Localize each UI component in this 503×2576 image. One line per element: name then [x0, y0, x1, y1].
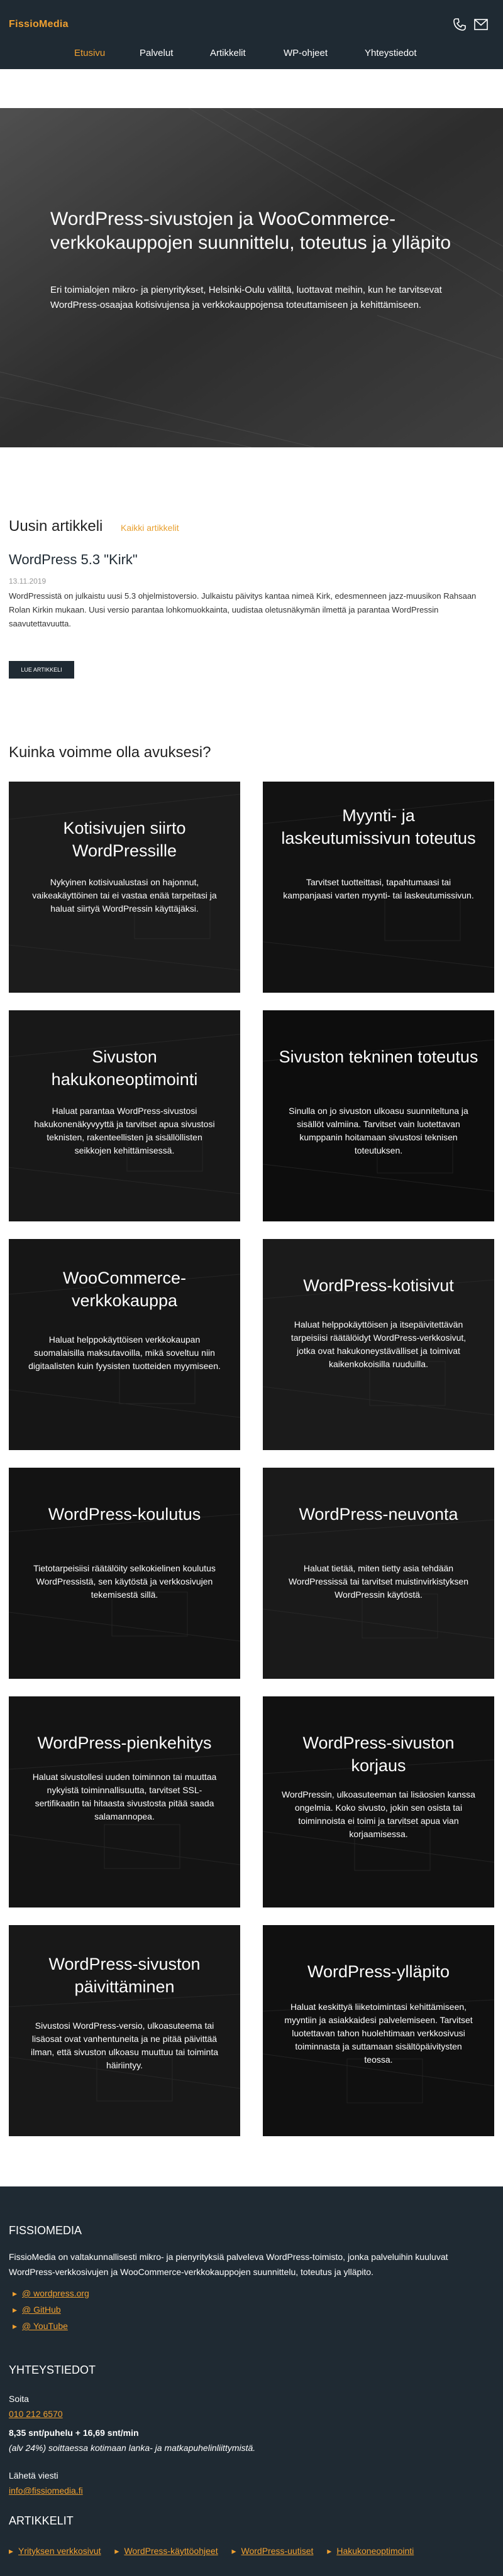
- bullet-icon: ▸: [327, 2546, 332, 2556]
- footer-link-wp-kayttoohjeet[interactable]: WordPress-käyttöohjeet: [124, 2546, 218, 2556]
- service-card-title: Kotisivujen siirto WordPressille: [63, 819, 186, 860]
- bullet-icon: ▸: [13, 2288, 18, 2298]
- service-card-title: WordPress-sivuston päivittäminen: [48, 1955, 201, 1996]
- phone-icon[interactable]: [453, 18, 467, 31]
- bullet-icon: ▸: [114, 2546, 119, 2556]
- service-card-title: WooCommerce-verkkokauppa: [62, 1269, 187, 1310]
- service-card-text: Sinulla on jo sivuston ulkoasu suunnitel…: [289, 1106, 468, 1155]
- service-card[interactable]: Sivuston tekninen toteutus Sinulla on jo …: [263, 1010, 494, 1221]
- services-heading: Kuinka voimme olla avuksesi?: [9, 744, 211, 761]
- hero-banner: WordPress-sivustojen ja WooCommerce-verk…: [0, 108, 503, 447]
- service-card[interactable]: WordPress-koulutus Tietotarpeisiisi räätä…: [9, 1468, 240, 1679]
- service-card[interactable]: WordPress-pienkehitys Haluat sivustollesi…: [9, 1696, 240, 1907]
- phone-link[interactable]: 010 212 6570: [9, 2409, 63, 2419]
- site-header: FissioMedia Etusivu Palvelut Artikkelit …: [0, 0, 503, 69]
- bullet-icon: ▸: [13, 2321, 18, 2331]
- service-card-text: Haluat helppokäyttöisen verkkokaupan suo…: [28, 1334, 221, 1371]
- bullet-icon: ▸: [13, 2305, 18, 2315]
- all-articles-link[interactable]: Kaikki artikkelit: [121, 523, 179, 533]
- read-article-button[interactable]: LUE ARTIKKELI: [9, 661, 74, 679]
- footer-brand-heading: FISSIOMEDIA: [9, 2224, 82, 2237]
- bullet-icon: ▸: [9, 2546, 14, 2556]
- service-card-title: WordPress-sivuston korjaus: [302, 1733, 455, 1775]
- service-card-text: Haluat tietää, miten tietty asia tehdään…: [288, 1563, 469, 1600]
- footer-link-hakukoneoptimointi[interactable]: Hakukoneoptimointi: [336, 2546, 414, 2556]
- footer-social-links: ▸ @ wordpress.org ▸ @ GitHub ▸ @ YouTube: [13, 2288, 89, 2337]
- call-price-note: (alv 24%) soittaessa kotimaan lanka- ja …: [9, 2443, 256, 2453]
- service-card-title: Sivuston hakukoneoptimointi: [51, 1047, 198, 1089]
- hero-background-image: [0, 108, 503, 447]
- nav-palvelut[interactable]: Palvelut: [140, 48, 173, 58]
- nav-etusivu[interactable]: Etusivu: [74, 48, 105, 58]
- wordpress-org-link[interactable]: @ wordpress.org: [22, 2288, 89, 2298]
- nav-wp-ohjeet[interactable]: WP-ohjeet: [284, 48, 328, 58]
- mail-label: Lähetä viesti: [9, 2470, 58, 2480]
- service-card-title: WordPress-pienkehitys: [37, 1733, 212, 1752]
- service-card-text: Haluat helppokäyttöisen ja itsepäivitett…: [290, 1319, 467, 1369]
- footer-link-wp-uutiset[interactable]: WordPress-uutiset: [241, 2546, 314, 2556]
- service-card-text: Haluat sivustollesi uuden toiminnon tai …: [32, 1772, 217, 1821]
- email-link[interactable]: info@fissiomedia.fi: [9, 2486, 83, 2496]
- service-card-title: WordPress-neuvonta: [299, 1505, 458, 1524]
- service-card-title: WordPress-koulutus: [48, 1505, 201, 1524]
- post-title[interactable]: WordPress 5.3 "Kirk": [9, 552, 138, 568]
- service-card[interactable]: WordPress-sivuston korjaus WordPressin, u…: [263, 1696, 494, 1907]
- service-card-title: Myynti- ja laskeutumissivun toteutus: [281, 806, 476, 848]
- call-label: Soita: [9, 2394, 29, 2404]
- service-card-text: Tietotarpeisiisi räätälöity selkokieline…: [33, 1563, 216, 1600]
- service-card[interactable]: WordPress-ylläpito Haluat keskittyä liike…: [263, 1925, 494, 2136]
- service-card-title: WordPress-kotisivut: [303, 1276, 454, 1295]
- hero-text: Eri toimialojen mikro- ja pienyritykset,…: [50, 285, 442, 310]
- bullet-icon: ▸: [231, 2546, 236, 2556]
- service-card[interactable]: WooCommerce-verkkokauppa Haluat helppokäy…: [9, 1239, 240, 1450]
- mail-icon[interactable]: [474, 19, 488, 30]
- nav-artikkelit[interactable]: Artikkelit: [210, 48, 246, 58]
- site-logo[interactable]: FissioMedia: [9, 19, 69, 30]
- service-card-text: Haluat parantaa WordPress-sivustosi haku…: [34, 1106, 215, 1155]
- service-card[interactable]: Myynti- ja laskeutumissivun toteutus Tarv…: [263, 782, 494, 993]
- post-date: 13.11.2019: [9, 577, 47, 586]
- service-card[interactable]: WordPress-kotisivut Haluat helppokäyttöis…: [263, 1239, 494, 1450]
- footer-article-links: ▸ Yrityksen verkkosivut ▸ WordPress-käyttö…: [9, 2546, 499, 2557]
- post-excerpt: WordPressistä on julkaistu uusi 5.3 ohje…: [9, 591, 477, 628]
- footer-articles-heading: ARTIKKELIT: [9, 2514, 74, 2527]
- service-card-text: Sivustosi WordPress-versio, ulkoasuteema…: [30, 2021, 219, 2070]
- service-card-text: Tarvitset tuotteittasi, tapahtumaasi tai…: [283, 877, 474, 900]
- call-price: 8,35 snt/puhelu + 16,69 snt/min: [9, 2428, 139, 2438]
- github-link[interactable]: @ GitHub: [22, 2305, 61, 2315]
- footer-about-text: FissioMedia on valtakunnallisesti mikro-…: [9, 2252, 448, 2277]
- service-card-text: WordPressin, ulkoasuteeman tai lisäosien…: [282, 1789, 475, 1839]
- nav-yhteystiedot[interactable]: Yhteystiedot: [365, 48, 417, 58]
- service-card[interactable]: WordPress-sivuston päivittäminen Sivustos…: [9, 1925, 240, 2136]
- service-card[interactable]: Sivuston hakukoneoptimointi Haluat parant…: [9, 1010, 240, 1221]
- service-card-text: Haluat keskittyä liiketoimintasi kehittä…: [284, 2002, 473, 2065]
- service-card-title: WordPress-ylläpito: [307, 1962, 450, 1981]
- service-card-text: Nykyinen kotisivualustasi on hajonnut, v…: [32, 877, 217, 914]
- site-footer: FISSIOMEDIA FissioMedia on valtakunnalli…: [0, 2186, 503, 2576]
- main-nav: Etusivu Palvelut Artikkelit WP-ohjeet Yh…: [0, 44, 503, 67]
- footer-link-yrityksen-verkkosivut[interactable]: Yrityksen verkkosivut: [18, 2546, 101, 2556]
- service-card[interactable]: Kotisivujen siirto WordPressille Nykyinen…: [9, 782, 240, 993]
- latest-article-heading: Uusin artikkeli: [9, 518, 103, 535]
- service-card[interactable]: WordPress-neuvonta Haluat tietää, miten t…: [263, 1468, 494, 1679]
- service-card-title: Sivuston tekninen toteutus: [279, 1047, 478, 1066]
- youtube-link[interactable]: @ YouTube: [22, 2321, 68, 2331]
- hero-title: WordPress-sivustojen ja WooCommerce-verk…: [50, 209, 451, 253]
- footer-contact-heading: YHTEYSTIEDOT: [9, 2364, 96, 2376]
